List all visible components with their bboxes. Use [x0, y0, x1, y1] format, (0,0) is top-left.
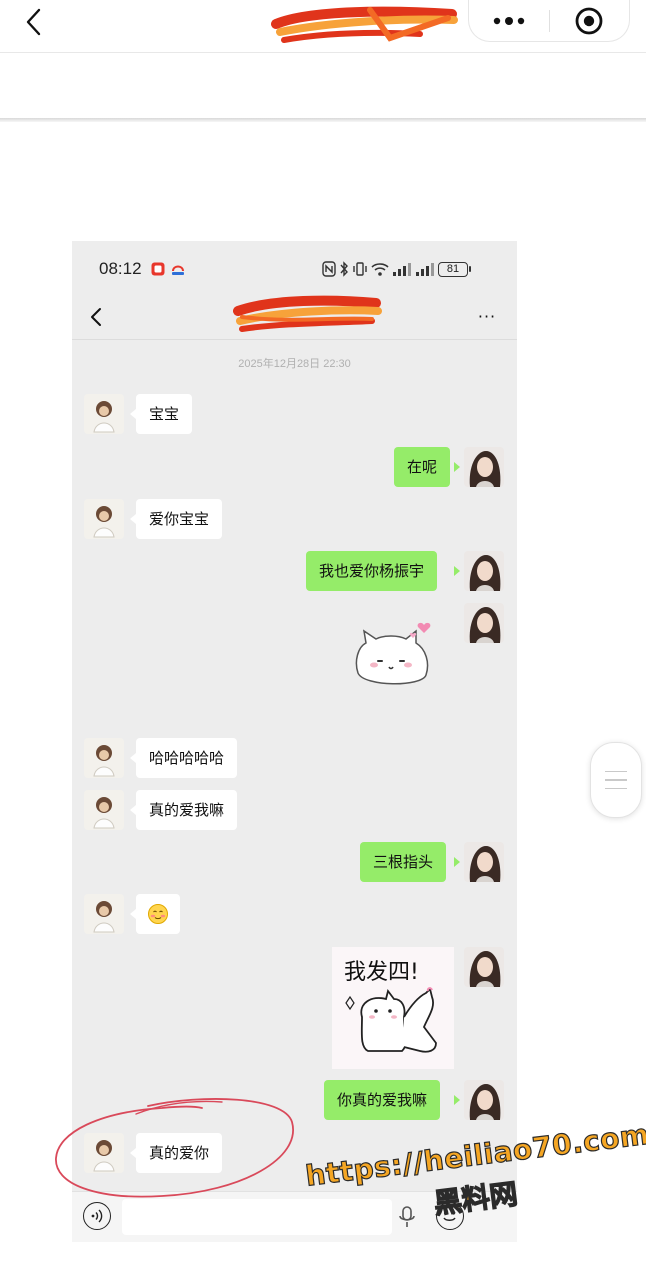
app-notification-icon: [172, 265, 184, 275]
outer-divider: [0, 52, 646, 53]
avatar-outgoing[interactable]: [464, 947, 504, 987]
blush-smile-emoji-icon: [148, 904, 168, 924]
status-time: 08:12: [99, 259, 142, 278]
message-bubble-outgoing[interactable]: 三根指头: [360, 842, 447, 882]
signal-icon-2: [416, 263, 434, 276]
message-bubble-incoming[interactable]: 宝宝: [136, 394, 193, 434]
message-bubble-outgoing[interactable]: 你真的爱我嘛: [324, 1080, 441, 1120]
message-bubble-outgoing[interactable]: 我也爱你杨振宇: [306, 551, 438, 591]
chat-more-button[interactable]: ···: [474, 305, 500, 329]
outer-top-bar: [0, 0, 646, 52]
chat-header-divider: [72, 339, 517, 340]
white-cat-sticker[interactable]: [350, 621, 436, 693]
red-annotation-circle: [55, 1098, 294, 1198]
avatar-incoming[interactable]: [84, 499, 124, 539]
message-bubble-incoming[interactable]: 真的爱我嘛: [136, 790, 238, 830]
outer-content-edge: [0, 118, 646, 122]
status-left-icons: [150, 261, 186, 277]
avatar-outgoing[interactable]: [464, 551, 504, 591]
nfc-icon: [322, 261, 336, 277]
menu-lines-icon: [605, 779, 627, 781]
bubble-tail: [454, 566, 460, 576]
sticker-caption: 我发四!: [344, 960, 419, 985]
chevron-left-icon: [26, 8, 41, 36]
signal-icon: [393, 263, 411, 276]
floating-menu-handle[interactable]: [590, 742, 642, 818]
avatar-outgoing[interactable]: [464, 447, 504, 487]
voice-icon: [91, 1209, 103, 1223]
watermark-name: 黑料网: [431, 1177, 520, 1221]
redacted-chat-title-scribble: [233, 295, 382, 332]
fight-cat-sticker[interactable]: 我发四!: [332, 947, 454, 1069]
outer-back-button[interactable]: [16, 4, 52, 40]
bubble-tail: [454, 857, 460, 867]
wifi-icon: [371, 263, 389, 276]
vibrate-icon: [353, 262, 367, 276]
redacted-title-scribble: [271, 6, 458, 43]
page: 08:12 81 ··· 2025年12月28日 22:30 宝宝 在呢 爱你宝…: [0, 0, 646, 1280]
bubble-tail: [454, 1095, 460, 1105]
avatar-incoming[interactable]: [84, 894, 124, 934]
menu-lines-icon: [605, 787, 627, 790]
menu-lines-icon: [605, 770, 627, 773]
capsule-menu: [468, 0, 630, 42]
status-bar: 08:12 81: [72, 241, 517, 297]
avatar-incoming[interactable]: [84, 790, 124, 830]
message-bubble-incoming[interactable]: 爱你宝宝: [136, 499, 223, 539]
avatar-outgoing[interactable]: [464, 842, 504, 882]
avatar-outgoing[interactable]: [464, 603, 504, 643]
capsule-close-button[interactable]: [550, 0, 630, 42]
message-bubble-incoming[interactable]: 哈哈哈哈哈: [136, 738, 238, 778]
message-timestamp: 2025年12月28日 22:30: [238, 358, 351, 370]
voice-button[interactable]: [83, 1202, 111, 1230]
battery-tip: [469, 266, 471, 272]
message-bubble-incoming-emoji[interactable]: [136, 894, 180, 934]
chat-header: ···: [72, 295, 517, 339]
more-dots-icon: [493, 16, 524, 25]
chevron-left-icon[interactable]: [86, 303, 106, 331]
avatar-outgoing[interactable]: [464, 1080, 504, 1120]
status-right-icons: 81: [322, 261, 471, 277]
battery-level: 81: [438, 261, 468, 277]
bluetooth-icon: [340, 261, 348, 277]
bubble-tail: [454, 462, 460, 472]
message-bubble-outgoing[interactable]: 在呢: [394, 447, 451, 487]
target-circle-icon: [575, 7, 603, 34]
battery-icon: 81: [438, 261, 471, 277]
avatar-incoming[interactable]: [84, 738, 124, 778]
notification-icon: [151, 262, 165, 276]
capsule-more-button[interactable]: [469, 0, 549, 42]
avatar-incoming[interactable]: [84, 394, 124, 434]
